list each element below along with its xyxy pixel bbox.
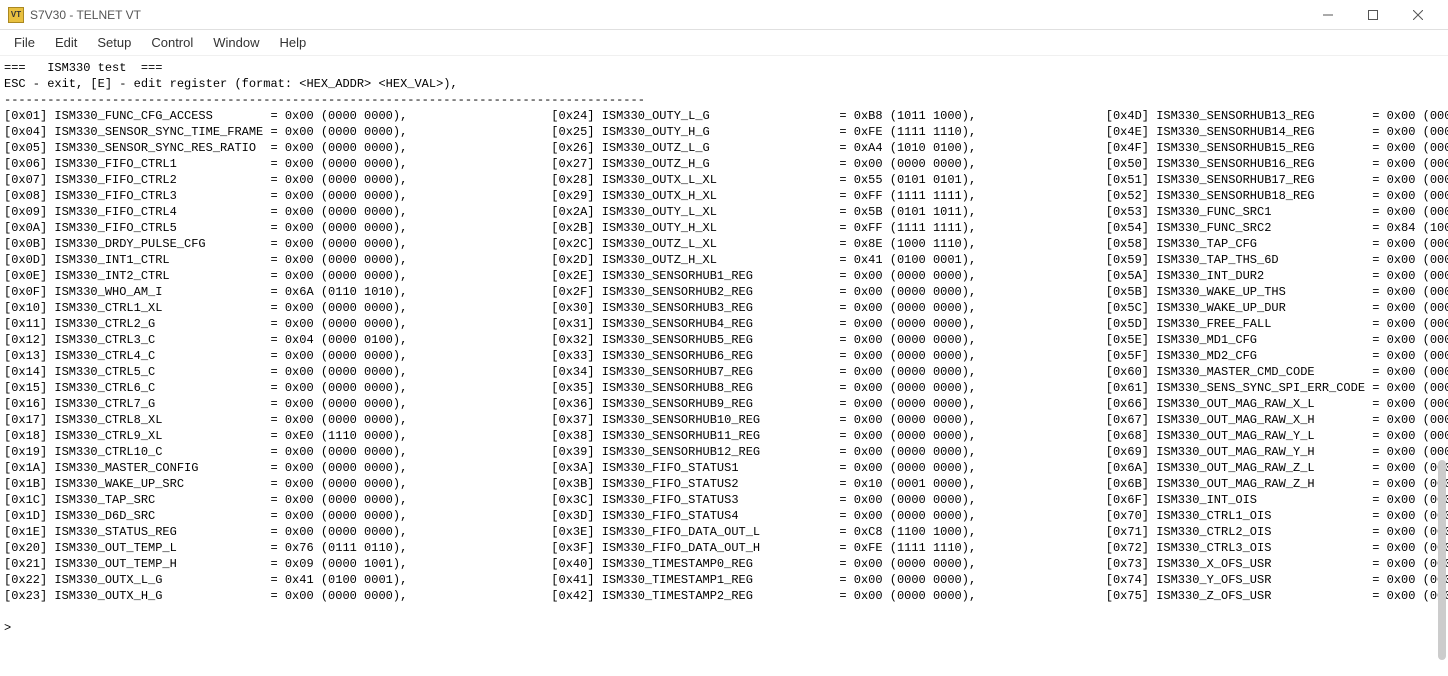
terminal-output[interactable]: === ISM330 test === ESC - exit, [E] - ed…: [0, 56, 1448, 676]
menu-setup[interactable]: Setup: [87, 31, 141, 54]
menu-edit[interactable]: Edit: [45, 31, 87, 54]
menu-window[interactable]: Window: [203, 31, 269, 54]
menubar: File Edit Setup Control Window Help: [0, 30, 1448, 56]
menu-file[interactable]: File: [4, 31, 45, 54]
maximize-button[interactable]: [1350, 1, 1395, 29]
close-button[interactable]: [1395, 1, 1440, 29]
menu-help[interactable]: Help: [270, 31, 317, 54]
titlebar: VT S7V30 - TELNET VT: [0, 0, 1448, 30]
minimize-button[interactable]: [1305, 1, 1350, 29]
scrollbar[interactable]: [1438, 460, 1446, 660]
menu-control[interactable]: Control: [141, 31, 203, 54]
app-icon: VT: [8, 7, 24, 23]
window-title: S7V30 - TELNET VT: [30, 8, 1305, 22]
window-controls: [1305, 1, 1440, 29]
